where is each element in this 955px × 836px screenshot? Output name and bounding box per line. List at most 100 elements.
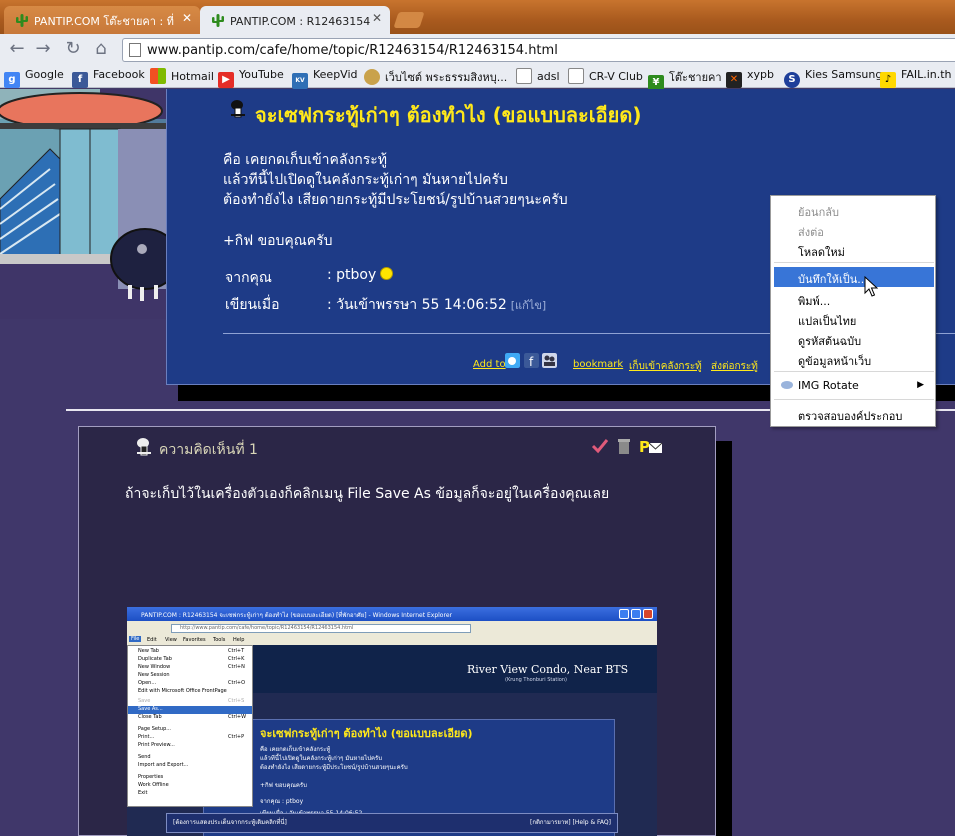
ctx-print[interactable]: พิมพ์... (774, 289, 934, 309)
ie-address-bar: http://www.pantip.com/cafe/home/topic/R1… (127, 621, 657, 635)
ctx-save-as[interactable]: บันทึกให้เป็น... (774, 267, 934, 287)
ctx-reload[interactable]: โหลดใหม่ (774, 240, 934, 260)
ctx-inspect[interactable]: ตรวจสอบองค์ประกอบ (774, 404, 934, 424)
bookmark-xypb[interactable]: ✕ xypb (726, 68, 774, 88)
xypb-icon: ✕ (726, 72, 742, 88)
fm-item: Print... Ctrl+P (138, 734, 245, 740)
ctx-forward[interactable]: ส่งต่อ (774, 220, 934, 240)
bookmark-hotmail[interactable]: Hotmail (150, 68, 214, 86)
facebook-icon[interactable]: f (524, 353, 539, 368)
facebook-icon: f (72, 72, 88, 88)
forward-topic-link[interactable]: ส่งต่อกระทู้ (711, 359, 758, 374)
ie-window-title: PANTIP.COM : R12463154 จะเซฟกระทู้เก่าๆ … (127, 607, 657, 621)
keepvid-icon: KV (292, 73, 308, 89)
ctx-view-source[interactable]: ดูรหัสต้นฉบับ (774, 329, 934, 349)
topic-thanks: +กิฟ ขอบคุณครับ (223, 233, 333, 249)
ctx-back[interactable]: ย้อนกลับ (774, 200, 934, 220)
fm-item: New Tab Ctrl+T (138, 648, 245, 654)
ie-file-menu: New Tab Ctrl+T Duplicate Tab Ctrl+K New Wi… (127, 645, 253, 807)
context-menu: ย้อนกลับ ส่งต่อ โหลดใหม่ บันทึกให้เป็น..… (770, 195, 936, 427)
google-icon: g (4, 72, 20, 88)
fm-item: Exit (138, 790, 148, 796)
maximize-icon (631, 609, 641, 619)
tab-pantip-cafe[interactable]: PANTIP.COM โต๊ะชายคา : ที่พัก ✕ (4, 6, 200, 34)
ctx-translate[interactable]: แปลเป็นไทย (774, 309, 934, 329)
smiley-icon (380, 267, 394, 280)
edit-link[interactable]: [แก้ไข] (511, 299, 546, 312)
ie-bottom-bar: [ต้องการแสดงประเด็นจากกระทู้เดิมคลิกที่น… (166, 813, 618, 833)
topic-body-line: แล้วทีนี้ไปเปิดดูในคลังกระทู้เก่าๆ มันหา… (223, 172, 508, 188)
ie-url: http://www.pantip.com/cafe/home/topic/R1… (171, 624, 471, 633)
page-icon (568, 68, 584, 84)
tab-pantip-topic[interactable]: PANTIP.COM : R12463154 จะ ✕ (200, 6, 390, 34)
bookmark-chaiyakha[interactable]: ¥ โต๊ะชายคา (648, 68, 722, 91)
fm-item: New Window Ctrl+N (138, 664, 245, 670)
page-icon (129, 43, 141, 57)
posted-value: : วันเข้าพรรษา 55 14:06:52 [แก้ไข] (327, 297, 547, 313)
ctx-separator (774, 399, 934, 400)
fm-item: Close Tab Ctrl+W (138, 714, 247, 720)
add-to-link[interactable]: Add to (473, 359, 506, 370)
close-icon[interactable]: ✕ (182, 11, 192, 25)
new-tab-button[interactable] (393, 12, 425, 28)
ie-menu-view: View (165, 637, 177, 643)
topic-title: จะเซฟกระทู้เก่าๆ ต้องทำไง (ขอแบบละเอียด) (255, 103, 642, 127)
web-page: จะเซฟกระทู้เก่าๆ ต้องทำไง (ขอแบบละเอียด)… (0, 89, 955, 836)
fm-item-save-as: Save As... (128, 706, 252, 714)
fm-item: Duplicate Tab Ctrl+K (138, 656, 245, 662)
author-hat-icon (137, 438, 151, 456)
bookmark-crv-club[interactable]: CR-V Club (568, 68, 643, 86)
tab-title: PANTIP.COM โต๊ะชายคา : ที่พัก (34, 15, 174, 28)
ie-menu-tools: Tools (213, 637, 226, 643)
fm-item: New Session (138, 672, 170, 678)
forward-icon[interactable]: → (32, 38, 54, 60)
page-icon (516, 68, 532, 84)
ie-menu-edit: Edit (147, 637, 157, 643)
windows-icon (150, 68, 166, 84)
close-icon[interactable]: ✕ (372, 11, 382, 25)
banner-text: River View Condo, Near BTS (467, 663, 629, 676)
bookmark-facebook[interactable]: f Facebook (72, 68, 145, 88)
check-icon[interactable] (591, 437, 609, 455)
globe-icon (364, 69, 380, 85)
twitter-icon[interactable] (505, 353, 520, 368)
bookmarks-bar: g Google f Facebook Hotmail ▶ YouTube KV Kee… (0, 64, 955, 91)
archive-topic-link[interactable]: เก็บเข้าคลังกระทู้ (629, 359, 702, 374)
tab-title: PANTIP.COM : R12463154 จะ (230, 15, 370, 28)
decorative-illustration (0, 89, 166, 319)
ctx-separator (774, 262, 934, 263)
url-input[interactable] (147, 42, 927, 58)
youtube-icon: ▶ (218, 72, 234, 88)
bookmark-adsl[interactable]: adsl (516, 68, 560, 86)
author-label: จากคุณ (225, 270, 272, 286)
ie-banner: River View Condo, Near BTS (Krung Thonbu… (247, 645, 657, 693)
ctx-img-rotate[interactable]: IMG Rotate ▶ (774, 376, 934, 396)
share-people-icon[interactable] (542, 353, 557, 368)
home-icon[interactable]: ⌂ (90, 38, 112, 60)
bookmark-link[interactable]: bookmark (573, 359, 623, 370)
fm-item: Work Offline (138, 782, 169, 788)
mouse-cursor-icon (864, 276, 878, 297)
address-bar[interactable] (122, 38, 955, 62)
ie-topic-line: +กิฟ ขอบคุณครับ (260, 782, 307, 789)
bookmark-fail-in-th[interactable]: ♪ FAIL.in.th (880, 68, 952, 88)
comment-box: ความคิดเห็นที่ 1 P ถ้าจะเก็บไว้ในเครื่อง… (78, 426, 716, 836)
bookmark-google[interactable]: g Google (4, 68, 64, 88)
reload-icon[interactable]: ↻ (62, 38, 84, 60)
trash-icon[interactable] (615, 437, 633, 455)
bookmark-keepvid[interactable]: KV KeepVid (292, 68, 358, 89)
ctx-page-info[interactable]: ดูข้อมูลหน้าเว็บ (774, 349, 934, 369)
private-message-icon[interactable]: P (639, 437, 663, 455)
banner-subtext: (Krung Thonburi Station) (505, 677, 567, 683)
browser-toolbar: ← → ↻ ⌂ (0, 34, 955, 64)
bookmark-thai-temple[interactable]: เว็บไซต์ พระธรรมสิงหบุ... (364, 68, 507, 86)
ie-menu-file: File (129, 636, 142, 642)
submenu-arrow-icon: ▶ (917, 380, 924, 390)
bookmark-kies-samsung[interactable]: S Kies Samsung (784, 68, 882, 88)
ie-menu-favorites: Favorites (183, 637, 206, 643)
fm-item: Send (138, 754, 151, 760)
back-icon[interactable]: ← (6, 38, 28, 60)
bookmark-youtube[interactable]: ▶ YouTube (218, 68, 284, 88)
fail-icon: ♪ (880, 72, 896, 88)
ie-menu-help: Help (233, 637, 245, 643)
